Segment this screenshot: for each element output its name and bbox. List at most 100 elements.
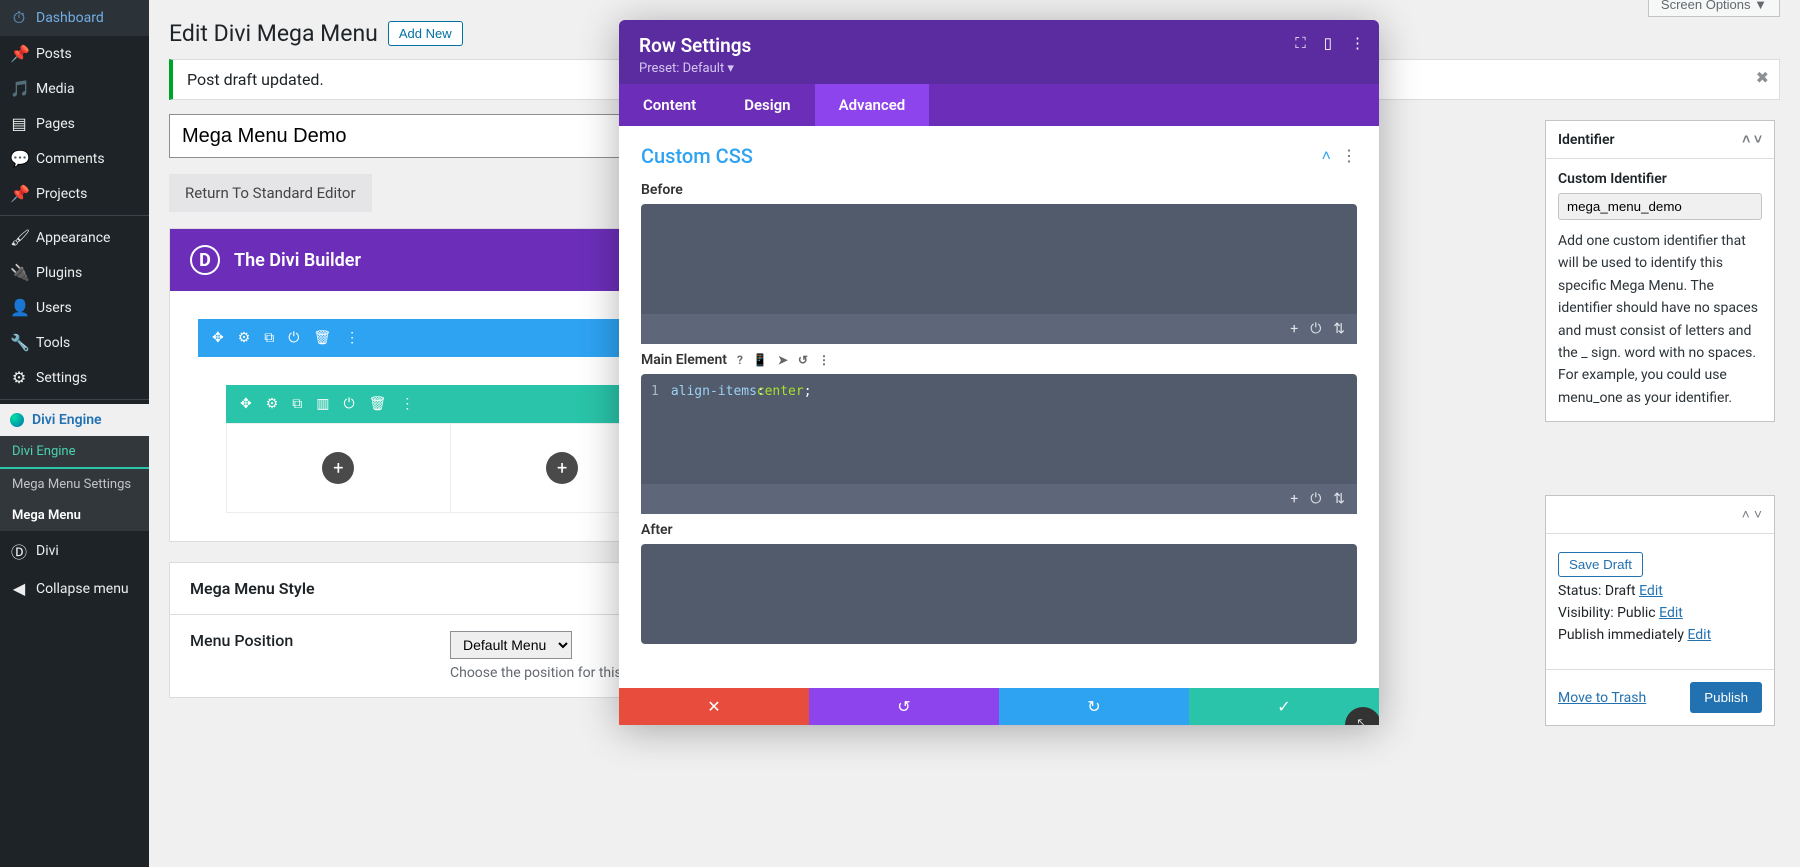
status-label: Status: Draft bbox=[1558, 583, 1636, 599]
identifier-description: Add one custom identifier that will be u… bbox=[1558, 230, 1762, 409]
cursor-icon[interactable]: ➤ bbox=[778, 353, 788, 367]
gear-icon[interactable]: ⚙ bbox=[238, 330, 251, 346]
subnav-mega-menu[interactable]: Mega Menu bbox=[0, 500, 149, 531]
sort-icon[interactable]: ⇅ bbox=[1333, 321, 1345, 337]
identifier-metabox: Identifier ˄ ˅ Custom Identifier Add one… bbox=[1545, 120, 1775, 422]
columns-icon[interactable]: ▥ bbox=[316, 396, 329, 412]
nav-media[interactable]: 🎵Media bbox=[0, 71, 149, 106]
nav-posts[interactable]: 📌Posts bbox=[0, 36, 149, 71]
admin-sidebar: ⏱Dashboard 📌Posts 🎵Media ▤Pages 💬Comment… bbox=[0, 0, 149, 867]
chevron-up-icon[interactable]: ˄ bbox=[1742, 506, 1750, 523]
metabox-title: Identifier bbox=[1558, 132, 1615, 148]
divi-engine-icon bbox=[10, 413, 24, 427]
help-icon[interactable]: ? bbox=[737, 353, 743, 367]
publish-button[interactable]: Publish bbox=[1690, 682, 1762, 713]
tab-advanced[interactable]: Advanced bbox=[815, 84, 930, 126]
nav-comments[interactable]: 💬Comments bbox=[0, 141, 149, 176]
chevron-up-icon[interactable]: ˄ bbox=[1322, 146, 1331, 166]
trash-icon[interactable]: 🗑 bbox=[313, 330, 331, 346]
trash-icon[interactable]: 🗑 bbox=[369, 396, 387, 412]
nav-divi-engine[interactable]: Divi Engine bbox=[0, 404, 149, 436]
more-icon[interactable]: ⋮ bbox=[345, 330, 359, 346]
modal-header: Row Settings Preset: Default ▾ ⛶ ▯ ⋮ bbox=[619, 20, 1379, 84]
gear-icon: ⚙ bbox=[10, 368, 28, 387]
sort-icon[interactable]: ⇅ bbox=[1333, 491, 1345, 507]
preset-selector[interactable]: Preset: Default ▾ bbox=[639, 61, 1359, 76]
nav-projects[interactable]: 📌Projects bbox=[0, 176, 149, 211]
chevron-down-icon[interactable]: ˅ bbox=[1754, 506, 1762, 523]
nav-plugins[interactable]: 🔌Plugins bbox=[0, 255, 149, 290]
comment-icon: 💬 bbox=[10, 149, 28, 168]
modal-title: Row Settings bbox=[639, 34, 1359, 57]
nav-settings[interactable]: ⚙Settings bbox=[0, 360, 149, 395]
phone-icon[interactable]: 📱 bbox=[753, 353, 768, 367]
power-icon[interactable]: ⏻ bbox=[1310, 491, 1321, 507]
plus-icon[interactable]: + bbox=[1290, 321, 1298, 337]
page-icon: ▤ bbox=[10, 114, 28, 133]
reset-icon[interactable]: ↺ bbox=[798, 353, 808, 367]
nav-tools[interactable]: 🔧Tools bbox=[0, 325, 149, 360]
divi-engine-submenu: Divi Engine Mega Menu Settings Mega Menu bbox=[0, 436, 149, 531]
media-icon: 🎵 bbox=[10, 79, 28, 98]
return-standard-editor-button[interactable]: Return To Standard Editor bbox=[169, 174, 372, 212]
add-module-button[interactable]: + bbox=[322, 452, 354, 484]
modal-body: Custom CSS ˄ ⋮ Before + ⏻ ⇅ Main Element… bbox=[619, 126, 1379, 686]
tab-design[interactable]: Design bbox=[720, 84, 814, 126]
collapse-menu[interactable]: ◀Collapse menu bbox=[0, 571, 149, 606]
after-label: After bbox=[641, 522, 673, 538]
chevron-up-icon[interactable]: ˄ bbox=[1742, 132, 1750, 148]
edit-status-link[interactable]: Edit bbox=[1639, 583, 1663, 599]
main-element-css-editor[interactable]: 1 align-items:center; + ⏻ ⇅ bbox=[641, 374, 1357, 514]
edit-visibility-link[interactable]: Edit bbox=[1659, 605, 1683, 621]
divi-builder-title: The Divi Builder bbox=[234, 250, 361, 271]
notice-dismiss-icon[interactable]: ✖ bbox=[1756, 68, 1769, 87]
add-new-button[interactable]: Add New bbox=[388, 21, 463, 46]
plus-icon[interactable]: + bbox=[1290, 491, 1298, 507]
duplicate-icon[interactable]: ⧉ bbox=[264, 330, 274, 346]
more-icon[interactable]: ⋮ bbox=[818, 353, 830, 367]
save-draft-button[interactable]: Save Draft bbox=[1558, 552, 1643, 577]
cancel-button[interactable]: ✕ bbox=[619, 688, 809, 725]
identifier-input[interactable] bbox=[1558, 193, 1762, 220]
nav-divi[interactable]: ⒹDivi bbox=[0, 531, 149, 571]
more-icon[interactable]: ⋮ bbox=[1341, 146, 1357, 166]
power-icon[interactable]: ⏻ bbox=[344, 396, 355, 412]
snap-icon[interactable]: ▯ bbox=[1324, 34, 1332, 52]
section-custom-css[interactable]: Custom CSS bbox=[641, 144, 753, 168]
before-css-editor[interactable]: + ⏻ ⇅ bbox=[641, 204, 1357, 344]
identifier-field-label: Custom Identifier bbox=[1558, 171, 1762, 187]
move-icon[interactable]: ✥ bbox=[212, 330, 224, 346]
power-icon[interactable]: ⏻ bbox=[1310, 321, 1321, 337]
edit-schedule-link[interactable]: Edit bbox=[1687, 627, 1711, 643]
more-icon[interactable]: ⋮ bbox=[1350, 34, 1365, 52]
subnav-mega-menu-settings[interactable]: Mega Menu Settings bbox=[0, 469, 149, 500]
screen-options-button[interactable]: Screen Options ▼ bbox=[1648, 0, 1780, 17]
notice-text: Post draft updated. bbox=[187, 70, 324, 89]
move-icon[interactable]: ✥ bbox=[240, 396, 252, 412]
more-icon[interactable]: ⋮ bbox=[400, 396, 414, 412]
nav-dashboard[interactable]: ⏱Dashboard bbox=[0, 0, 149, 36]
user-icon: 👤 bbox=[10, 298, 28, 317]
redo-button[interactable]: ↻ bbox=[999, 688, 1189, 725]
subnav-divi-engine[interactable]: Divi Engine bbox=[0, 436, 149, 469]
nav-pages[interactable]: ▤Pages bbox=[0, 106, 149, 141]
move-to-trash-link[interactable]: Move to Trash bbox=[1558, 690, 1646, 706]
expand-icon[interactable]: ⛶ bbox=[1295, 34, 1306, 52]
nav-appearance[interactable]: 🖌Appearance bbox=[0, 220, 149, 255]
tab-content[interactable]: Content bbox=[619, 84, 720, 126]
chevron-down-icon[interactable]: ˅ bbox=[1754, 132, 1762, 148]
duplicate-icon[interactable]: ⧉ bbox=[292, 396, 302, 412]
menu-position-select[interactable]: Default Menu bbox=[450, 631, 572, 659]
gear-icon[interactable]: ⚙ bbox=[266, 396, 279, 412]
collapse-icon: ◀ bbox=[10, 579, 28, 598]
publish-metabox: ˄ ˅ Save Draft Status: Draft Edit Visibi… bbox=[1545, 495, 1775, 726]
undo-button[interactable]: ↺ bbox=[809, 688, 999, 725]
modal-tabs: Content Design Advanced bbox=[619, 84, 1379, 126]
nav-users[interactable]: 👤Users bbox=[0, 290, 149, 325]
power-icon[interactable]: ⏻ bbox=[288, 330, 299, 346]
add-module-button[interactable]: + bbox=[546, 452, 578, 484]
line-number: 1 bbox=[651, 384, 659, 399]
schedule-label: Publish immediately bbox=[1558, 627, 1684, 643]
after-css-editor[interactable] bbox=[641, 544, 1357, 644]
visibility-label: Visibility: Public bbox=[1558, 605, 1656, 621]
